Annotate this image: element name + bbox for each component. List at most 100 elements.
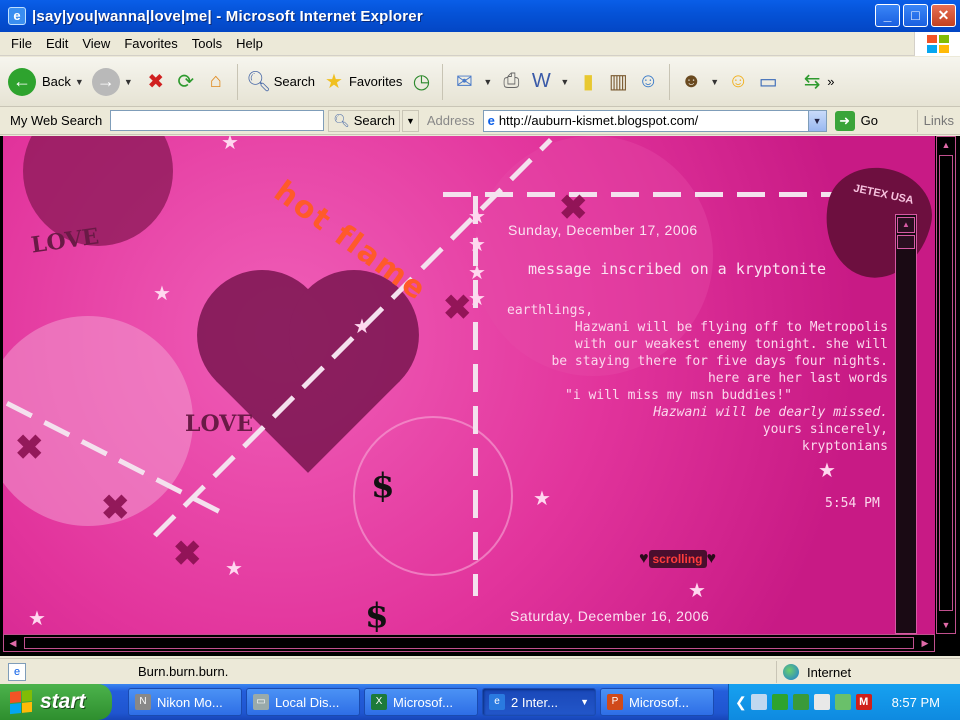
star-icon: ★: [688, 580, 706, 602]
blog-scroll-thumb[interactable]: [897, 235, 915, 249]
sync-icon[interactable]: ⇆: [797, 67, 827, 97]
messenger-tray-icon[interactable]: [792, 694, 809, 710]
love-text: LOVE: [185, 411, 254, 437]
maximize-button[interactable]: □: [903, 4, 928, 27]
usb-icon[interactable]: [813, 694, 830, 710]
heart-icon: ♥: [706, 550, 717, 567]
ie-icon: e: [8, 7, 26, 25]
toolbar-overflow-icon[interactable]: »: [827, 74, 834, 89]
blog-page[interactable]: hot flame LOVE LOVE ✖ ✖ ✖ ✖ ✖ ★ ★ ★ ★ ★ …: [3, 136, 935, 634]
task-local-disk[interactable]: ▭ Local Dis...: [246, 688, 360, 716]
edit-word-icon[interactable]: W: [526, 67, 556, 97]
star-icon: ★: [468, 262, 486, 284]
start-label: start: [40, 690, 86, 713]
task-excel[interactable]: X Microsof...: [364, 688, 478, 716]
minimize-button[interactable]: _: [875, 4, 900, 27]
avatar-icon[interactable]: ☻: [676, 67, 706, 97]
history-icon[interactable]: ◷: [406, 67, 436, 97]
blog-scroll-up-icon[interactable]: ▲: [897, 217, 915, 233]
scroll-down-icon[interactable]: ▼: [937, 617, 955, 633]
x-mark-icon: ✖: [101, 489, 130, 527]
menu-help[interactable]: Help: [229, 36, 270, 51]
star-icon: ★: [225, 558, 243, 580]
star-icon: ★: [468, 288, 486, 310]
stop-icon[interactable]: ✖: [141, 67, 171, 97]
antivirus-icon[interactable]: [771, 694, 788, 710]
task-powerpoint[interactable]: P Microsof...: [600, 688, 714, 716]
disk-icon: ▭: [253, 694, 269, 710]
menu-file[interactable]: File: [4, 36, 39, 51]
star-icon: ★: [468, 234, 486, 256]
h-scroll-track[interactable]: [24, 637, 914, 649]
post-line: be staying there for five days four nigh…: [551, 354, 888, 369]
web-search-dropdown-icon[interactable]: ▼: [401, 109, 419, 132]
taskbar: start N Nikon Mo... ▭ Local Dis... X Micros…: [0, 684, 960, 720]
avatar-dropdown-icon[interactable]: ▼: [710, 77, 719, 87]
go-arrow-icon: ➜: [834, 110, 855, 131]
scroll-up-icon[interactable]: ▲: [937, 137, 955, 153]
scroll-left-icon[interactable]: ◀: [4, 635, 22, 651]
research-icon[interactable]: ▥: [603, 67, 633, 97]
monitor-icon[interactable]: ▭: [753, 67, 783, 97]
menu-view[interactable]: View: [75, 36, 117, 51]
post-line: yours sincerely,: [762, 422, 888, 437]
refresh-icon[interactable]: ⟳: [171, 67, 201, 97]
forward-button[interactable]: → ▼: [91, 62, 137, 102]
task-label: Microsof...: [393, 694, 453, 710]
back-arrow-icon: ←: [8, 67, 36, 96]
address-field[interactable]: e http://auburn-kismet.blogspot.com/ ▼: [482, 109, 827, 132]
search-label: Search: [273, 74, 315, 89]
toolbar-separator: [236, 63, 238, 100]
post-time-link[interactable]: 5:54 PM: [825, 496, 880, 511]
tray-expand-icon[interactable]: ❮: [735, 694, 747, 711]
back-button[interactable]: ← Back ▼: [8, 62, 88, 102]
links-button[interactable]: Links: [916, 109, 954, 132]
address-dropdown-icon[interactable]: ▼: [807, 110, 826, 131]
scrolling-badge: ♥ scrolling ♥: [639, 543, 757, 575]
task-nikon[interactable]: N Nikon Mo...: [128, 688, 242, 716]
favorites-button[interactable]: ★ Favorites: [319, 62, 402, 102]
task-label: Nikon Mo...: [157, 694, 223, 710]
close-button[interactable]: ✕: [931, 4, 956, 27]
network-icon[interactable]: [750, 694, 767, 710]
page-horizontal-scrollbar[interactable]: ◀ ▶: [3, 634, 935, 652]
discuss-icon[interactable]: ▮: [573, 67, 603, 97]
smiley-icon[interactable]: ☺: [723, 67, 753, 97]
system-tray: ❮ M 8:57 PM: [728, 684, 960, 720]
scroll-track[interactable]: [939, 155, 953, 611]
edit-dropdown-icon[interactable]: ▼: [560, 77, 569, 87]
home-icon[interactable]: ⌂: [201, 67, 231, 97]
menu-tools[interactable]: Tools: [185, 36, 229, 51]
go-label: Go: [860, 113, 878, 128]
web-search-button[interactable]: 🔍︎ Search: [328, 109, 400, 132]
start-button[interactable]: start: [0, 684, 112, 720]
print-icon[interactable]: ⎙: [496, 67, 526, 97]
page-vertical-scrollbar[interactable]: ▲ ▼: [936, 136, 956, 634]
forward-dropdown-icon[interactable]: ▼: [124, 77, 133, 87]
dollar-sign-icon: $: [371, 466, 395, 506]
window-title: |say|you|wanna|love|me| - Microsoft Inte…: [32, 7, 423, 25]
star-icon: ★: [353, 316, 371, 338]
task-label: 2 Inter...: [511, 694, 558, 710]
blog-scrollbar[interactable]: ▲: [895, 214, 917, 634]
powerpoint-icon: P: [607, 694, 623, 710]
windows-flag-icon: [10, 689, 32, 715]
badge-text: scrolling: [648, 550, 707, 568]
task-internet-explorer[interactable]: e 2 Inter... ▼: [482, 688, 596, 716]
paint-splash: [3, 316, 193, 526]
messenger-icon[interactable]: ☺: [633, 67, 663, 97]
star-icon: ★: [533, 488, 551, 510]
search-button[interactable]: 🔍︎ Search: [244, 62, 315, 102]
scroll-right-icon[interactable]: ▶: [916, 635, 934, 651]
windows-logo-icon: [914, 32, 960, 56]
user-icon[interactable]: [834, 694, 851, 710]
back-dropdown-icon[interactable]: ▼: [75, 77, 84, 87]
web-search-input[interactable]: [110, 110, 325, 131]
group-dropdown-icon[interactable]: ▼: [580, 697, 589, 707]
go-button[interactable]: ➜ Go: [834, 110, 878, 131]
menu-edit[interactable]: Edit: [39, 36, 75, 51]
menu-favorites[interactable]: Favorites: [117, 36, 184, 51]
mcafee-icon[interactable]: M: [855, 694, 872, 710]
mail-icon[interactable]: ✉: [449, 67, 479, 97]
mail-dropdown-icon[interactable]: ▼: [483, 77, 492, 87]
